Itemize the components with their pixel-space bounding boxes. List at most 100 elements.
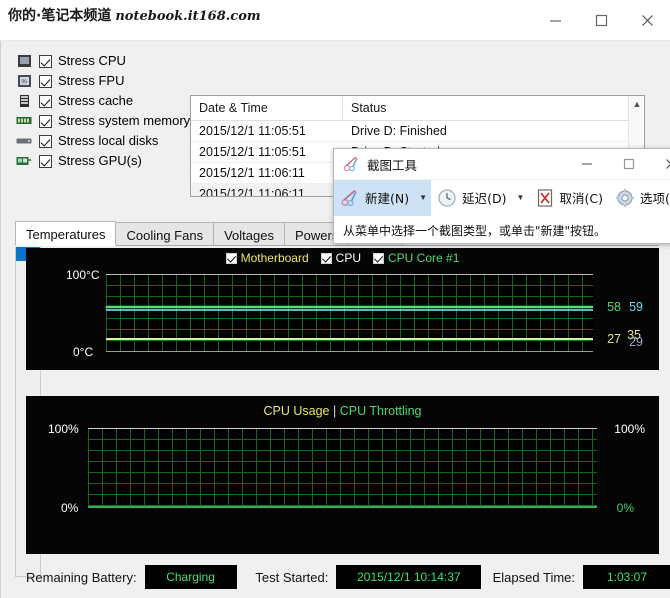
checkbox[interactable] xyxy=(39,114,52,128)
checkbox[interactable] xyxy=(373,252,384,264)
legend-item-cpu-core-1[interactable]: CPU Core #1 xyxy=(373,251,459,265)
chevron-down-icon[interactable]: ▼ xyxy=(513,180,529,216)
snipping-tool-toolbar: 新建(N) ▼ 延迟(D) ▼ 取消(C) 选项( xyxy=(334,179,670,216)
value-readout-secondary-b: 29 xyxy=(629,335,643,349)
temperature-axis-label-bottom: 0°C xyxy=(73,345,94,359)
maximize-icon[interactable] xyxy=(608,149,650,179)
test-started-value: 2015/12/1 10:14:37 xyxy=(336,565,482,589)
temperature-axis-top xyxy=(106,274,593,275)
table-header: Date & Time Status xyxy=(191,96,644,121)
tab-temperatures[interactable]: Temperatures xyxy=(15,221,117,246)
snipping-tool-window: 截图工具 新建(N) ▼ 延迟(D) ▼ 取消(C) 选项(从菜单中选择一个截… xyxy=(333,148,670,244)
tab-voltages[interactable]: Voltages xyxy=(213,222,285,245)
tab-cooling-fans[interactable]: Cooling Fans xyxy=(115,222,215,245)
cpu-graph-title: CPU Usage | CPU Throttling xyxy=(26,404,659,418)
battery-value: Charging xyxy=(144,565,237,589)
legend-item-cpu[interactable]: CPU xyxy=(320,251,361,265)
cpu-chip-icon xyxy=(15,53,33,69)
temperature-axis-bottom xyxy=(106,351,593,352)
cell-datetime: 2015/12/1 11:06:11 xyxy=(199,187,305,197)
cell-status: Drive D: Finished xyxy=(351,124,447,138)
battery-label: Remaining Battery: xyxy=(26,569,137,585)
svg-text:%: % xyxy=(21,80,27,86)
stress-option-label: Stress FPU xyxy=(58,73,125,88)
fpu-icon: % xyxy=(15,73,33,89)
hard-disk-icon xyxy=(15,133,33,149)
stress-option-label: Stress system memory xyxy=(58,113,191,128)
window-body: Stress CPU % Stress FPU Stress cache Str… xyxy=(0,41,670,598)
trace-motherboard xyxy=(106,338,593,340)
checkbox[interactable] xyxy=(39,94,52,108)
checkbox[interactable] xyxy=(39,154,52,168)
cell-datetime: 2015/12/1 11:06:11 xyxy=(199,166,305,180)
minimize-icon[interactable] xyxy=(532,0,578,41)
snipping-tool-window-controls xyxy=(566,149,670,179)
memory-module-icon xyxy=(15,113,33,129)
chevron-down-icon[interactable]: ▼ xyxy=(415,179,432,216)
table-row[interactable]: 2015/12/1 11:05:51 Drive D: Finished xyxy=(191,121,644,142)
gpu-card-icon xyxy=(15,153,33,169)
legend-item-motherboard[interactable]: Motherboard xyxy=(225,251,309,265)
stress-option-row[interactable]: Stress system memory xyxy=(15,111,191,131)
gear-icon xyxy=(615,188,635,208)
test-started-group: Test Started: 2015/12/1 10:14:37 xyxy=(255,565,482,589)
delay-button[interactable]: 延迟(D) xyxy=(431,180,512,216)
stress-option-label: Stress local disks xyxy=(58,133,159,148)
stress-option-row[interactable]: Stress GPU(s) xyxy=(15,151,191,171)
battery-status-group: Remaining Battery: Charging xyxy=(26,565,237,589)
maximize-icon[interactable] xyxy=(578,0,624,41)
close-icon[interactable] xyxy=(650,149,670,179)
stress-option-label: Stress GPU(s) xyxy=(58,153,142,168)
temperature-graph: Motherboard CPU CPU Core #1 100°C 0°C 58 xyxy=(26,248,659,370)
stress-option-label: Stress CPU xyxy=(58,53,126,68)
scroll-up-icon[interactable]: ▲ xyxy=(629,96,644,112)
checkbox[interactable] xyxy=(39,54,52,68)
cache-icon xyxy=(15,93,33,109)
legend-label: CPU xyxy=(335,251,361,265)
stress-option-row[interactable]: Stress cache xyxy=(15,91,191,111)
cpu-axis-label-bottom-right: 0% xyxy=(616,501,634,515)
title-separator: | xyxy=(333,404,337,418)
watermark: 你的·笔记本频道 notebook.it168.com xyxy=(8,6,261,26)
stress-test-application: 你的·笔记本频道 notebook.it168.com Stress CPU %… xyxy=(0,0,670,598)
elapsed-label: Elapsed Time: xyxy=(492,569,575,585)
window-controls xyxy=(532,0,670,41)
options-label: 选项(O) xyxy=(639,191,670,206)
trace-cpu-core-1 xyxy=(106,306,593,308)
cpu-usage-label: CPU Usage xyxy=(263,404,330,418)
watermark-cn: 你的·笔记本频道 xyxy=(8,8,112,24)
elapsed-value: 1:03:07 xyxy=(583,565,670,589)
cpu-throttling-label: CPU Throttling xyxy=(339,404,422,418)
test-started-label: Test Started: xyxy=(255,569,329,585)
checkbox[interactable] xyxy=(320,252,332,264)
stress-option-row[interactable]: % Stress FPU xyxy=(15,71,191,91)
new-snip-button[interactable]: 新建(N) xyxy=(334,179,416,216)
options-button[interactable]: 选项(O) xyxy=(609,180,670,216)
value-readout-cpu: 59 xyxy=(629,300,643,314)
legend-label: CPU Core #1 xyxy=(388,251,460,265)
checkbox[interactable] xyxy=(39,74,52,88)
stress-option-row[interactable]: Stress CPU xyxy=(15,51,191,71)
checkbox[interactable] xyxy=(39,134,52,148)
cell-datetime: 2015/12/1 11:05:51 xyxy=(199,124,306,138)
clock-icon xyxy=(437,188,457,208)
stress-option-label: Stress cache xyxy=(58,93,134,108)
cell-datetime: 2015/12/1 11:05:51 xyxy=(199,145,306,159)
checkbox[interactable] xyxy=(225,252,237,264)
delay-label: 延迟(D) xyxy=(462,191,507,206)
snipping-tool-title-bar: 截图工具 xyxy=(334,149,670,179)
elapsed-time-group: Elapsed Time: 1:03:07 xyxy=(493,565,670,589)
snipping-tool-title: 截图工具 xyxy=(367,157,418,173)
cpu-usage-graph: CPU Usage | CPU Throttling 100% 100% 0% … xyxy=(26,396,659,554)
minimize-icon[interactable] xyxy=(566,149,608,179)
cpu-axis-top xyxy=(88,428,597,429)
close-icon[interactable] xyxy=(624,0,670,41)
cpu-axis-label-top-left: 100% xyxy=(48,422,79,436)
cpu-usage-grid xyxy=(88,428,597,508)
temperature-axis-label-top: 100°C xyxy=(66,268,100,282)
stress-option-row[interactable]: Stress local disks xyxy=(15,131,191,151)
column-header-status: Status xyxy=(351,101,387,115)
column-header-datetime: Date & Time xyxy=(191,96,343,120)
cancel-label: 取消(C) xyxy=(559,191,603,206)
cancel-button[interactable]: 取消(C) xyxy=(529,180,609,216)
